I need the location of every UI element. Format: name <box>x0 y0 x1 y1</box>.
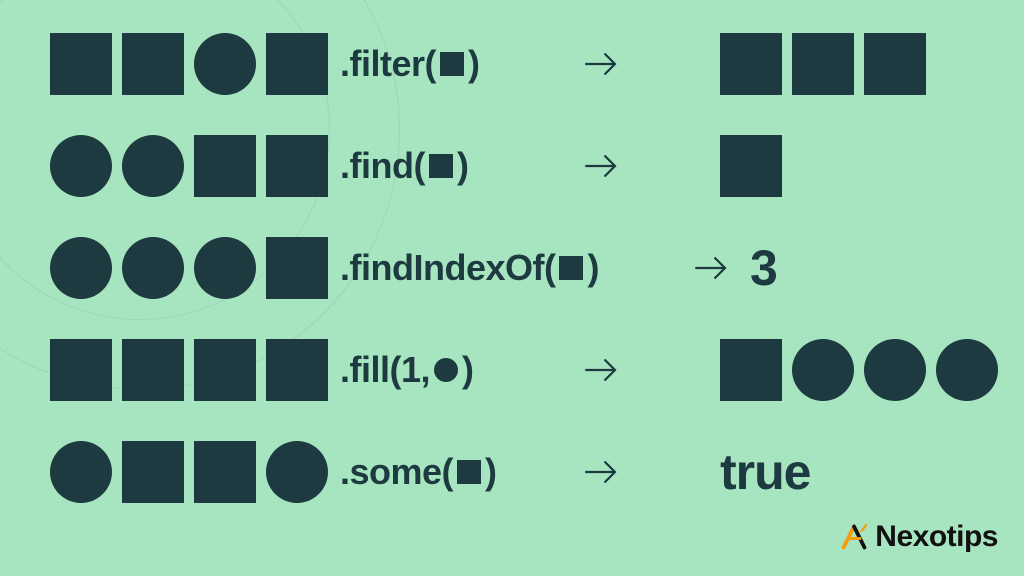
output-value: true <box>720 447 810 497</box>
method-call: .some() <box>340 451 580 493</box>
diagram-container: .filter().find().findIndexOf()3.fill(1,)… <box>0 0 1024 524</box>
arrow-column <box>580 145 720 187</box>
arrow-column <box>690 247 750 289</box>
method-prefix: .findIndexOf( <box>340 247 555 289</box>
method-suffix: ) <box>485 451 497 493</box>
input-array <box>50 339 340 401</box>
method-row: .filter() <box>50 32 974 96</box>
arrow-column <box>580 43 720 85</box>
method-call: .filter() <box>340 43 580 85</box>
circle-shape <box>50 237 112 299</box>
circle-shape <box>194 33 256 95</box>
circle-shape <box>122 237 184 299</box>
arrow-column <box>580 451 720 493</box>
method-row: .find() <box>50 134 974 198</box>
square-shape <box>122 33 184 95</box>
method-prefix: .filter( <box>340 43 436 85</box>
square-shape <box>266 237 328 299</box>
arrow-icon <box>690 247 732 289</box>
method-prefix: .some( <box>340 451 453 493</box>
input-array <box>50 33 340 95</box>
brand-logo: Nexotips <box>839 520 998 554</box>
method-row: .fill(1,) <box>50 338 974 402</box>
square-shape <box>122 339 184 401</box>
input-array <box>50 135 340 197</box>
circle-shape <box>50 135 112 197</box>
method-call: .fill(1,) <box>340 349 580 391</box>
method-call: .findIndexOf() <box>340 247 690 289</box>
square-shape <box>50 33 112 95</box>
circle-shape <box>792 339 854 401</box>
output-result: true <box>720 447 810 497</box>
square-shape <box>266 135 328 197</box>
arrow-icon <box>580 43 622 85</box>
square-shape <box>864 33 926 95</box>
circle-arg-icon <box>434 358 458 382</box>
method-suffix: ) <box>468 43 480 85</box>
method-suffix: ) <box>462 349 474 391</box>
circle-shape <box>864 339 926 401</box>
square-shape <box>122 441 184 503</box>
square-shape <box>194 339 256 401</box>
square-shape <box>50 339 112 401</box>
square-shape <box>720 135 782 197</box>
method-prefix: .fill(1, <box>340 349 430 391</box>
square-arg-icon <box>457 460 481 484</box>
square-shape <box>720 33 782 95</box>
square-shape <box>194 135 256 197</box>
output-result <box>720 33 926 95</box>
method-call: .find() <box>340 145 580 187</box>
method-row: .some() true <box>50 440 974 504</box>
square-shape <box>720 339 782 401</box>
input-array <box>50 237 340 299</box>
input-array <box>50 441 340 503</box>
method-suffix: ) <box>587 247 599 289</box>
arrow-icon <box>580 451 622 493</box>
method-prefix: .find( <box>340 145 425 187</box>
arrow-icon <box>580 145 622 187</box>
output-result <box>720 135 782 197</box>
circle-shape <box>50 441 112 503</box>
square-arg-icon <box>440 52 464 76</box>
square-shape <box>266 33 328 95</box>
circle-shape <box>266 441 328 503</box>
output-result <box>720 339 998 401</box>
circle-shape <box>122 135 184 197</box>
arrow-column <box>580 349 720 391</box>
square-shape <box>266 339 328 401</box>
square-arg-icon <box>429 154 453 178</box>
method-row: .findIndexOf() 3 <box>50 236 974 300</box>
arrow-icon <box>580 349 622 391</box>
method-suffix: ) <box>457 145 469 187</box>
output-result: 3 <box>750 243 777 293</box>
output-value: 3 <box>750 243 777 293</box>
square-arg-icon <box>559 256 583 280</box>
square-shape <box>194 441 256 503</box>
circle-shape <box>194 237 256 299</box>
square-shape <box>792 33 854 95</box>
circle-shape <box>936 339 998 401</box>
brand-name: Nexotips <box>875 520 998 554</box>
nexotips-icon <box>839 522 869 552</box>
